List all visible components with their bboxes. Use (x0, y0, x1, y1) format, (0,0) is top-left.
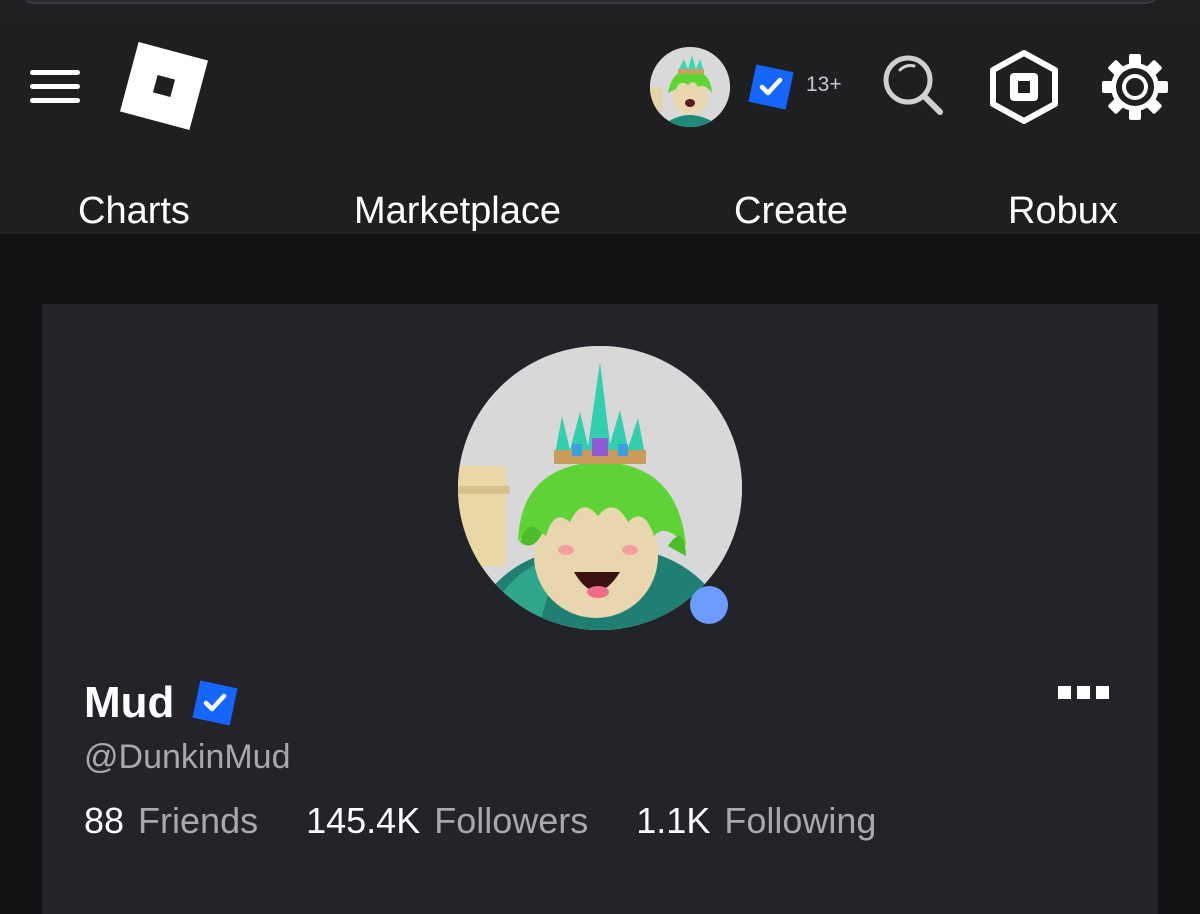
nav-create[interactable]: Create (734, 190, 848, 233)
main-nav: Charts Marketplace Create Robux (0, 190, 1200, 236)
profile-username: @DunkinMud (84, 738, 291, 776)
stat-following[interactable]: 1.1K Following (636, 800, 876, 842)
stat-followers-label: Followers (434, 800, 589, 841)
age-rating-badge: 13+ (806, 73, 842, 96)
verified-icon (748, 64, 794, 110)
stat-friends[interactable]: 88 Friends (84, 800, 258, 842)
stat-followers[interactable]: 145.4K Followers (306, 800, 588, 842)
profile-stats: 88 Friends 145.4K Followers 1.1K Following (84, 800, 914, 842)
profile-card: Mud @DunkinMud 88 Friends 145.4K Followers… (42, 304, 1158, 914)
more-icon[interactable] (1058, 686, 1110, 702)
online-status-indicator (690, 586, 728, 624)
menu-icon[interactable] (30, 70, 82, 104)
stat-followers-count: 145.4K (306, 800, 421, 841)
stat-friends-count: 88 (84, 800, 125, 841)
address-bar[interactable] (20, 0, 1160, 4)
nav-marketplace[interactable]: Marketplace (354, 190, 561, 233)
robux-icon[interactable] (988, 50, 1060, 124)
nav-charts[interactable]: Charts (78, 190, 190, 233)
gear-icon[interactable] (1100, 52, 1170, 122)
nav-robux[interactable]: Robux (1008, 190, 1118, 233)
stat-following-count: 1.1K (636, 800, 711, 841)
browser-top-strip (0, 0, 1200, 20)
header-avatar[interactable] (650, 47, 730, 127)
profile-display-name: Mud (84, 678, 175, 727)
stat-friends-label: Friends (138, 800, 259, 841)
stat-following-label: Following (724, 800, 877, 841)
verified-icon (192, 680, 238, 726)
roblox-logo-icon[interactable] (119, 41, 209, 131)
top-header: 13+ Charts Marketplace Create Robux (0, 20, 1200, 234)
search-icon[interactable] (880, 52, 946, 118)
